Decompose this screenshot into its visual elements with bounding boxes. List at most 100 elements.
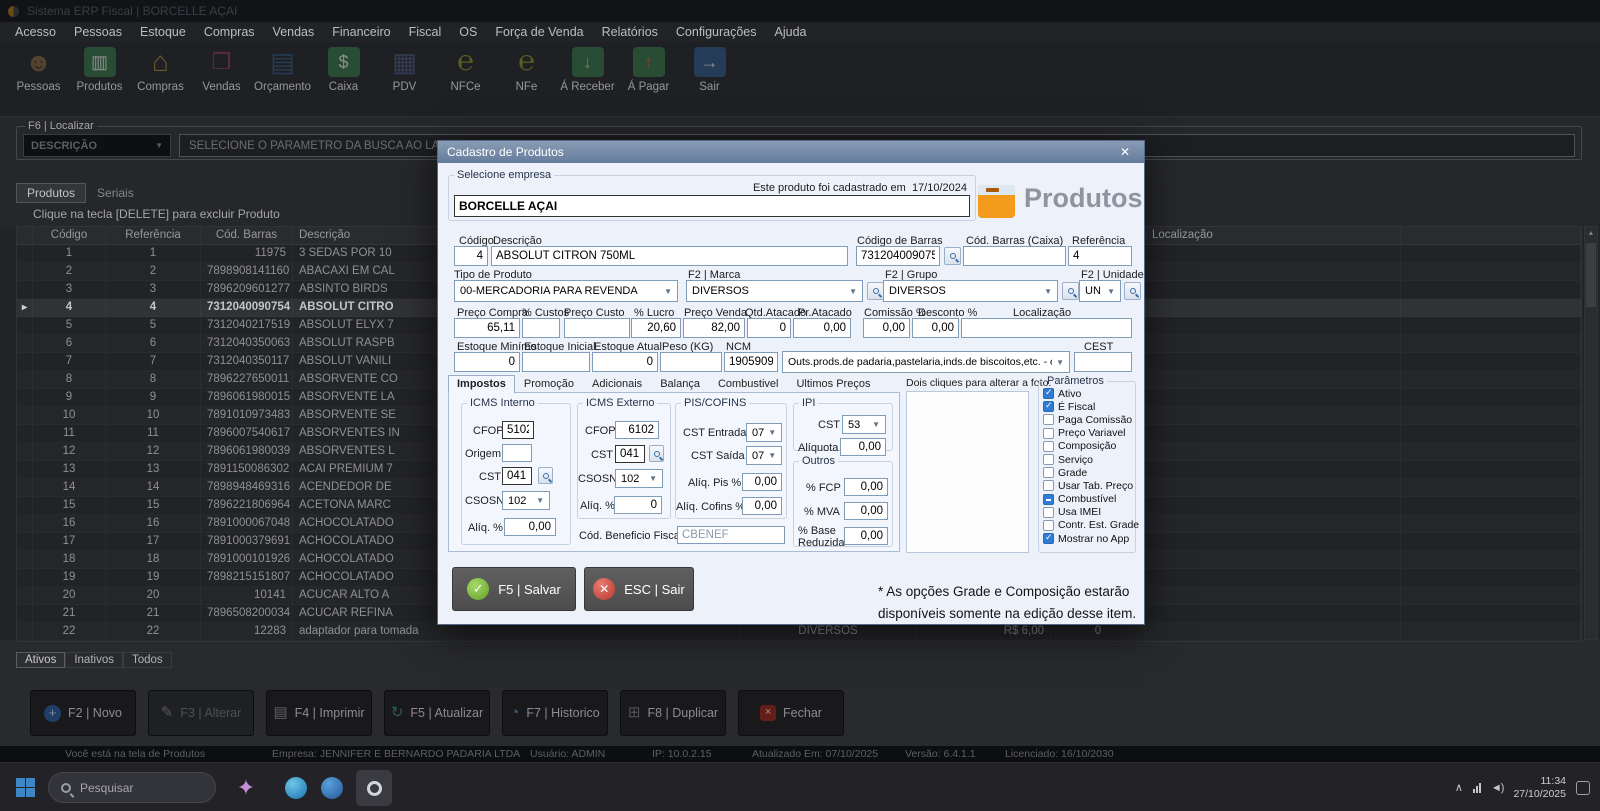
cst-saida-select[interactable]: 07▼ [746, 446, 782, 465]
param-mostrar-no-app[interactable]: Mostrar no App [1039, 532, 1135, 545]
toolbar-nfce[interactable]: ℮NFCe [435, 42, 496, 116]
tab-seriais[interactable]: Seriais [86, 183, 145, 203]
icms-int-cst-input[interactable] [502, 467, 532, 485]
menu-fiscal[interactable]: Fiscal [400, 25, 451, 39]
modal-tab-combustivel[interactable]: Combustivel [709, 375, 788, 394]
param-contr-est-grade[interactable]: Contr. Est. Grade [1039, 519, 1135, 532]
param-e-fiscal[interactable]: É Fiscal [1039, 400, 1135, 413]
param-composicao[interactable]: Composição [1039, 440, 1135, 453]
action-fechar[interactable]: ×Fechar [738, 690, 844, 736]
menu-compras[interactable]: Compras [195, 25, 264, 39]
checkbox-usar-tab-preco[interactable] [1043, 480, 1054, 491]
preco-compra-input[interactable] [454, 318, 520, 338]
action-f8-duplicar[interactable]: ⊞F8 | Duplicar [620, 690, 726, 736]
volume-icon[interactable]: ◄) [1491, 782, 1504, 794]
toolbar-vendas[interactable]: ❒Vendas [191, 42, 252, 116]
scroll-up-icon[interactable]: ▲ [1585, 227, 1597, 241]
checkbox-preco-variavel[interactable] [1043, 428, 1054, 439]
referencia-input[interactable] [1068, 246, 1132, 266]
ncm-input[interactable] [724, 352, 778, 372]
aliq-pis-input[interactable] [742, 473, 782, 491]
icms-int-cfop-input[interactable] [502, 421, 534, 439]
checkbox-e-fiscal[interactable] [1043, 401, 1054, 412]
edge-icon[interactable] [282, 774, 310, 802]
action-f5-atualizar[interactable]: ↻F5 | Atualizar [384, 690, 490, 736]
cst-search-icon[interactable] [538, 467, 553, 484]
toolbar-nfe[interactable]: ℮NFe [496, 42, 557, 116]
preco-custo-input[interactable] [564, 318, 630, 338]
ipi-aliquota-input[interactable] [840, 438, 886, 456]
ncm-desc-select[interactable]: Outs.prods.de padaria,pastelaria,inds.de… [782, 351, 1070, 373]
estoque-atual-input[interactable] [592, 352, 658, 372]
icms-int-aliq-input[interactable] [504, 518, 556, 536]
taskbar-clock[interactable]: 11:34 27/10/2025 [1513, 775, 1566, 801]
start-button-icon[interactable] [16, 778, 35, 797]
empresa-input[interactable] [454, 195, 970, 217]
locate-field-select[interactable]: DESCRIÇÃO ▼ [23, 134, 171, 157]
checkbox-grade[interactable] [1043, 467, 1054, 478]
browser-icon[interactable] [318, 774, 346, 802]
grupo-search-icon[interactable] [1062, 282, 1079, 300]
erp-app-icon[interactable] [356, 770, 392, 806]
unidade-search-icon[interactable] [1124, 282, 1141, 300]
tab-produtos[interactable]: Produtos [16, 183, 86, 203]
lucro-input[interactable] [631, 318, 681, 338]
pr-atacado-input[interactable] [793, 318, 851, 338]
preco-venda-input[interactable] [683, 318, 745, 338]
comissao-input[interactable] [863, 318, 910, 338]
ipi-cst-select[interactable]: 53▼ [842, 415, 886, 434]
toolbar-a-pagar[interactable]: ↑Á Pagar [618, 42, 679, 116]
copilot-icon[interactable]: ✦ [232, 774, 260, 802]
filter-tab-ativos[interactable]: Ativos [16, 652, 65, 668]
product-photo[interactable] [906, 391, 1029, 553]
toolbar-pessoas[interactable]: ☻Pessoas [8, 42, 69, 116]
toolbar-sair[interactable]: →Sair [679, 42, 740, 116]
toolbar-pdv[interactable]: ▦PDV [374, 42, 435, 116]
cod-barras-input[interactable] [856, 246, 940, 266]
filter-tab-todos[interactable]: Todos [123, 652, 172, 668]
marca-select[interactable]: DIVERSOS▼ [686, 280, 863, 302]
exit-button[interactable]: ✕ ESC | Sair [584, 567, 694, 611]
checkbox-contr-est-grade[interactable] [1043, 520, 1054, 531]
param-grade[interactable]: Grade [1039, 466, 1135, 479]
icms-ext-aliq-input[interactable] [614, 496, 662, 514]
beneficio-input[interactable] [677, 526, 785, 544]
scrollbar-thumb[interactable] [1586, 243, 1596, 307]
estoque-inicial-input[interactable] [522, 352, 590, 372]
param-usar-tab-preco[interactable]: Usar Tab. Preço [1039, 479, 1135, 492]
tipo-produto-select[interactable]: 00-MERCADORIA PARA REVENDA▼ [454, 280, 678, 302]
param-paga-comissao[interactable]: Paga Comissão [1039, 413, 1135, 426]
table-scrollbar[interactable]: ▲ [1584, 226, 1598, 640]
action-f7-historico[interactable]: ◔F7 | Historico [502, 690, 608, 736]
close-icon[interactable]: ✕ [1115, 145, 1135, 159]
qtd-atacado-input[interactable] [747, 318, 791, 338]
menu-ajuda[interactable]: Ajuda [766, 25, 816, 39]
param-preco-variavel[interactable]: Preço Variavel [1039, 427, 1135, 440]
taskbar-search[interactable]: Pesquisar [48, 772, 216, 803]
header-localizacao[interactable]: Localização [1146, 227, 1401, 245]
modal-tab-impostos[interactable]: Impostos [448, 375, 515, 394]
save-button[interactable]: ✓ F5 | Salvar [452, 567, 576, 611]
network-icon[interactable] [1473, 782, 1481, 793]
notification-icon[interactable] [1576, 781, 1590, 795]
toolbar-orcamento[interactable]: ▤Orçamento [252, 42, 313, 116]
mva-input[interactable] [844, 502, 888, 520]
param-combustivel[interactable]: Combustível [1039, 493, 1135, 506]
codigo-input[interactable] [454, 246, 488, 266]
descricao-input[interactable] [491, 246, 848, 266]
icms-int-origem-input[interactable] [502, 444, 532, 462]
checkbox-paga-comissao[interactable] [1043, 414, 1054, 425]
tray-chevron-icon[interactable]: ∧ [1455, 781, 1463, 794]
icms-int-csosn-select[interactable]: 102▼ [502, 491, 550, 510]
header-cod-barras[interactable]: Cód. Barras [201, 227, 293, 245]
localizacao-input[interactable] [961, 318, 1132, 338]
toolbar-produtos[interactable]: ▥Produtos [69, 42, 130, 116]
menu-pessoas[interactable]: Pessoas [65, 25, 131, 39]
aliq-cofins-input[interactable] [742, 497, 782, 515]
icms-ext-cst-input[interactable] [615, 445, 645, 463]
menu-vendas[interactable]: Vendas [264, 25, 324, 39]
modal-tab-balanca[interactable]: Balança [651, 375, 709, 394]
toolbar-caixa[interactable]: $Caixa [313, 42, 374, 116]
checkbox-composicao[interactable] [1043, 441, 1054, 452]
param-servico[interactable]: Serviço [1039, 453, 1135, 466]
